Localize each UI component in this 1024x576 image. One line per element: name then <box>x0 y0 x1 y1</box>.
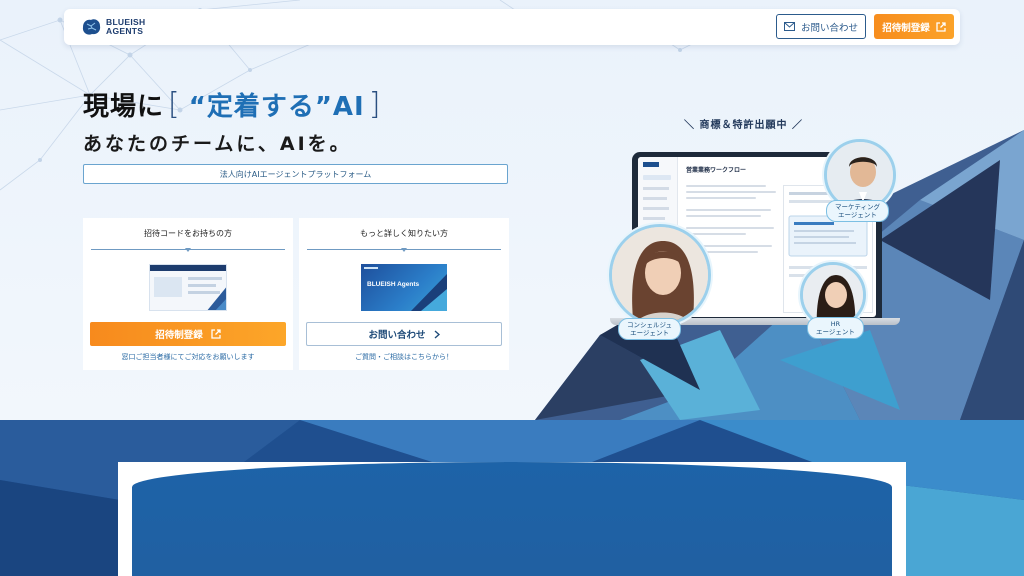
screen-text-line <box>686 191 776 193</box>
hero-subtitle: あなたのチームに、AIを。 <box>83 133 352 155</box>
card-invite-button[interactable]: 招待制登録 <box>90 322 286 346</box>
brochure-thumbnail: BLUEISH Agents <box>361 264 447 311</box>
screen-text-line <box>686 197 756 199</box>
card-note: ご質問・ご相談はこちらから！ <box>355 353 453 361</box>
hero-title-prefix: 現場に <box>83 92 165 122</box>
screen-title: 営業業務ワークフロー <box>686 167 747 174</box>
thumbnail-illustration <box>150 265 226 310</box>
screen-text-line <box>686 227 774 229</box>
chevron-right-icon <box>434 329 440 339</box>
tag-line1: コンシェルジュ <box>627 321 673 329</box>
hero-title-accent: “定着する”AI <box>188 92 365 122</box>
tag-line2: エージェント <box>816 328 855 336</box>
external-link-icon <box>936 21 946 32</box>
lower-content-banner <box>132 462 892 576</box>
tag-line2: エージェント <box>838 211 877 219</box>
patent-badge: ＼ 商標＆特許出願中 ／ <box>684 120 803 131</box>
brochure-title: BLUEISH Agents <box>367 281 420 288</box>
tag-line1: マーケティング <box>835 203 880 211</box>
screen-text-line <box>686 209 771 211</box>
concierge-agent-tag: コンシェルジュ エージェント <box>618 318 682 340</box>
lower-section <box>0 420 1024 576</box>
site-header: BLUEISH AGENTS お問い合わせ 招待制登録 <box>64 9 960 45</box>
header-contact-button[interactable]: お問い合わせ <box>776 14 866 39</box>
divider-notch-icon <box>401 248 407 252</box>
tag-line2: エージェント <box>630 329 669 337</box>
lower-content-card <box>118 462 906 576</box>
marketing-agent-tag: マーケティング エージェント <box>826 200 889 222</box>
divider-notch-icon <box>185 248 191 252</box>
mail-icon <box>783 22 795 31</box>
tag-line1: HR <box>830 320 841 328</box>
logo-text: BLUEISH AGENTS <box>106 18 145 36</box>
hr-agent-tag: HR エージェント <box>807 317 864 339</box>
logo-line2: AGENTS <box>106 26 144 36</box>
concierge-agent-avatar <box>609 224 711 326</box>
header-contact-label: お問い合わせ <box>800 22 858 34</box>
bracket-left-icon: [ <box>168 87 181 122</box>
screen-text-line <box>686 233 746 235</box>
screen-text-line <box>686 215 761 217</box>
card-note: 窓口ご担当者様にてご対応をお願いします <box>121 353 255 361</box>
hero-tagline: 法人向けAIエージェントプラットフォーム <box>83 164 508 184</box>
card-title: 招待コードをお持ちの方 <box>144 229 232 238</box>
header-invite-button[interactable]: 招待制登録 <box>874 14 954 39</box>
card-contact-button[interactable]: お問い合わせ <box>306 322 502 346</box>
header-invite-label: 招待制登録 <box>882 22 930 34</box>
hero-title: 現場に [ “定着する”AI ] <box>83 86 385 123</box>
card-title: もっと詳しく知りたい方 <box>360 229 448 238</box>
bracket-right-icon: ] <box>368 87 382 122</box>
invite-screenshot-thumbnail <box>149 264 227 311</box>
card-invite-label: 招待制登録 <box>155 330 203 341</box>
learn-more-card: もっと詳しく知りたい方 BLUEISH Agents お問い合わせ ご質問・ご相… <box>299 218 509 370</box>
screen-text-line <box>686 185 766 187</box>
card-contact-label: お問い合わせ <box>368 330 426 341</box>
brain-logo-icon <box>82 19 101 35</box>
logo[interactable]: BLUEISH AGENTS <box>80 17 145 37</box>
external-link-icon <box>211 329 221 339</box>
invite-code-card: 招待コードをお持ちの方 招待制登録 窓口ご担当者様にてご対応をお願いします <box>83 218 293 370</box>
